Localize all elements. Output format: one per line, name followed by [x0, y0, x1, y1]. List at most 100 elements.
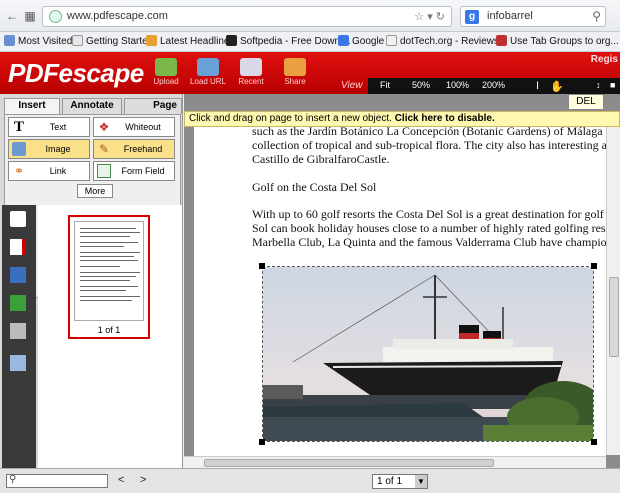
vertical-scrollbar[interactable]: [606, 127, 620, 455]
share-icon: [284, 58, 306, 76]
tab-insert[interactable]: Insert: [4, 98, 60, 114]
freehand-icon: ✎: [98, 142, 110, 156]
tab-annotate[interactable]: Annotate: [62, 98, 122, 114]
disable-hint-link[interactable]: Click here to disable.: [395, 113, 495, 124]
softpedia-icon: [226, 35, 237, 46]
thumbnail-pane: 1 of 1: [38, 205, 182, 470]
view-toolbar: Fit 50% 100% 200% I ✋ ↕ ■: [368, 78, 620, 94]
upload-icon: [155, 58, 177, 76]
search-input[interactable]: infobarrel: [487, 10, 533, 22]
hand-icon[interactable]: ✋: [550, 80, 564, 93]
url-text: www.pdfescape.com: [67, 10, 168, 22]
page-thumbnail[interactable]: 1 of 1: [68, 215, 150, 339]
text-cursor-icon[interactable]: I: [536, 80, 539, 92]
insert-hint-bar[interactable]: Click and drag on page to insert a new o…: [184, 111, 620, 127]
resize-handle-nw[interactable]: [259, 263, 265, 269]
bookmark-google[interactable]: Google: [338, 35, 384, 47]
bookmark-dottech[interactable]: dotTech.org - Reviews...: [386, 35, 507, 47]
search-bar[interactable]: g infobarrel ⚲: [460, 6, 606, 27]
tab-page[interactable]: Page: [124, 98, 182, 114]
whiteout-icon: ❖: [98, 120, 110, 134]
pdfescape-logo[interactable]: PDFescape: [8, 58, 144, 89]
upload-button[interactable]: Upload: [146, 58, 186, 86]
vertical-scroll-thumb[interactable]: [609, 277, 619, 357]
google-g-icon[interactable]: g: [465, 10, 479, 24]
recent-button[interactable]: Recent: [231, 58, 271, 86]
tabs-grid-icon[interactable]: ▦: [22, 8, 38, 24]
bottom-toolbar: ⚲ < > 1 of 1 ▼: [0, 468, 620, 493]
load-url-icon: [197, 58, 219, 76]
page-text-line: Castillo de GibralfaroCastle.: [252, 152, 390, 166]
page-icon: [72, 35, 83, 46]
page-text-line: With up to 60 golf resorts the Costa Del…: [252, 207, 604, 221]
ship-photo: [263, 267, 603, 441]
reload-icon[interactable]: ☆ ▾ ↻: [414, 10, 445, 23]
globe-icon: [49, 10, 62, 23]
link-icon: ⚭: [13, 164, 25, 178]
resize-handle-sw[interactable]: [259, 439, 265, 445]
pdf-page[interactable]: such as the Jardín Botánico La Concepció…: [194, 127, 606, 459]
bookmark-softpedia[interactable]: Softpedia - Free Downl...: [226, 35, 351, 47]
horizontal-scroll-thumb[interactable]: [204, 459, 494, 467]
rss-icon: [146, 35, 157, 46]
updown-icon[interactable]: ↕: [596, 80, 601, 90]
page-text-line: Marbella Club, La Quinta and the famous …: [252, 235, 606, 249]
thumbnail-label: 1 of 1: [97, 325, 121, 335]
bookmarks-bar: Most Visited Getting Started Latest Head…: [0, 32, 620, 52]
zoom-200-button[interactable]: 200%: [482, 80, 505, 90]
freehand-tool-button[interactable]: ✎ Freehand: [93, 139, 175, 159]
form-field-tool-button[interactable]: Form Field: [93, 161, 175, 181]
find-input[interactable]: ⚲: [6, 474, 108, 488]
next-result-button[interactable]: >: [140, 474, 146, 486]
text-icon: T: [13, 119, 24, 135]
prev-result-button[interactable]: <: [118, 474, 124, 486]
load-url-button[interactable]: Load URL: [188, 58, 228, 86]
lock-icon[interactable]: ■: [610, 80, 615, 90]
bookmark-getting-started[interactable]: Getting Started: [72, 35, 153, 47]
sidebar-tabs: Insert Annotate Page: [4, 98, 182, 114]
download-icon[interactable]: [10, 295, 26, 311]
search-icon: ⚲: [9, 474, 17, 485]
zoom-50-button[interactable]: 50%: [412, 80, 430, 90]
page-select[interactable]: 1 of 1 ▼: [372, 474, 428, 489]
bookmark-latest-headlines[interactable]: Latest Headlines: [146, 35, 235, 47]
horizontal-scrollbar[interactable]: [184, 456, 606, 468]
register-link[interactable]: Regis: [591, 54, 618, 65]
share-button[interactable]: Share: [275, 58, 315, 86]
url-bar[interactable]: www.pdfescape.com ☆ ▾ ↻: [42, 6, 452, 27]
link-tool-button[interactable]: ⚭ Link: [8, 161, 90, 181]
save-icon[interactable]: [10, 267, 26, 283]
page-tools-strip: [2, 205, 36, 470]
resize-handle-ne[interactable]: [591, 263, 597, 269]
browser-toolbar: ← ▦ www.pdfescape.com ☆ ▾ ↻ g infobarrel…: [0, 0, 620, 32]
image-icon: [12, 142, 26, 156]
app-header: PDFescape Upload Load URL Recent Share R…: [0, 52, 620, 94]
document-viewer: DEL Click and drag on page to insert a n…: [184, 94, 620, 468]
resize-handle-se[interactable]: [591, 439, 597, 445]
zoom-fit-button[interactable]: Fit: [380, 80, 390, 90]
bookmark-most-visited[interactable]: Most Visited: [4, 35, 72, 47]
more-button[interactable]: More: [77, 184, 113, 198]
dottech-icon: [386, 35, 397, 46]
window-icon[interactable]: [10, 355, 26, 371]
page-heading: Golf on the Costa Del Sol: [252, 180, 377, 194]
recent-icon: [240, 58, 262, 76]
inserted-image[interactable]: [259, 263, 603, 445]
text-tool-button[interactable]: T Text: [8, 117, 90, 137]
page-text-line: collection of tropical and sub-tropical …: [252, 138, 606, 152]
thumbnail-preview: [74, 221, 144, 321]
whiteout-tool-button[interactable]: ❖ Whiteout: [93, 117, 175, 137]
pdf-icon[interactable]: [10, 239, 26, 255]
zoom-100-button[interactable]: 100%: [446, 80, 469, 90]
pages-icon[interactable]: [10, 211, 26, 227]
back-icon[interactable]: ←: [4, 8, 20, 24]
puzzle-icon: [496, 35, 507, 46]
image-tool-button[interactable]: Image: [8, 139, 90, 159]
print-icon[interactable]: [10, 323, 26, 339]
search-icon[interactable]: ⚲: [592, 9, 601, 23]
bookmark-tab-groups[interactable]: Use Tab Groups to org...: [496, 35, 619, 47]
google-icon: [338, 35, 349, 46]
chevron-down-icon[interactable]: ▼: [415, 475, 427, 488]
view-label: View: [341, 80, 363, 91]
delete-button[interactable]: DEL: [568, 94, 604, 110]
